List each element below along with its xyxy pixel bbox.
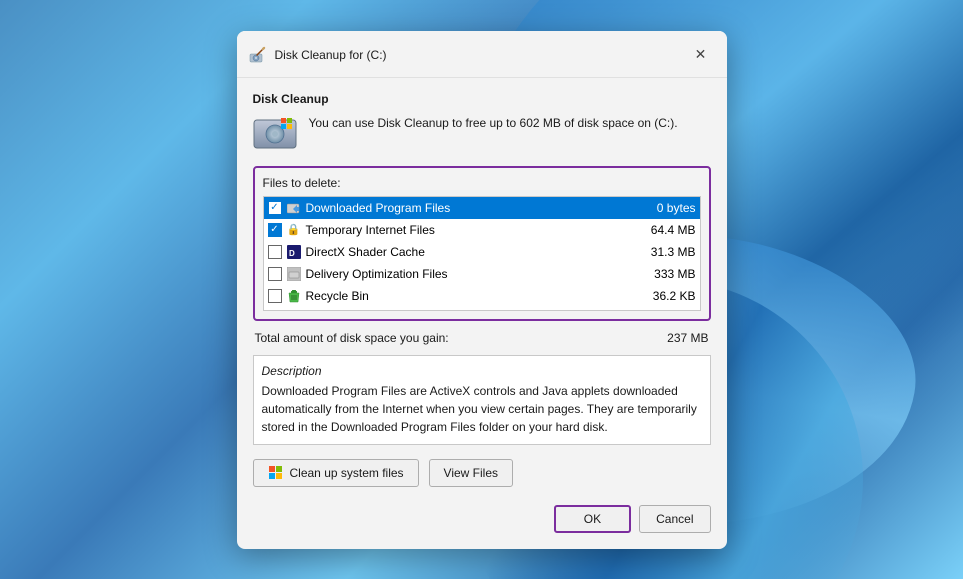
dialog-title: Disk Cleanup for (C:) (275, 48, 387, 62)
file-name-directx: DirectX Shader Cache (306, 245, 632, 259)
hdd-icon (253, 116, 297, 152)
file-name-recycle: Recycle Bin (306, 289, 632, 303)
total-label: Total amount of disk space you gain: (255, 331, 449, 345)
view-files-button[interactable]: View Files (429, 459, 513, 487)
file-checkbox-delivery[interactable] (268, 267, 282, 281)
close-button[interactable]: ✕ (687, 41, 715, 69)
description-section: Description Downloaded Program Files are… (253, 355, 711, 445)
info-text: You can use Disk Cleanup to free up to 6… (309, 114, 678, 132)
file-name-delivery: Delivery Optimization Files (306, 267, 632, 281)
file-size-temp: 64.4 MB (636, 223, 696, 237)
file-size-directx: 31.3 MB (636, 245, 696, 259)
shield-icon (269, 466, 283, 480)
section-header: Disk Cleanup (253, 92, 711, 106)
delivery-icon (286, 266, 302, 282)
ok-cancel-row: OK Cancel (253, 501, 711, 533)
lock-icon: 🔒 (287, 223, 301, 236)
files-list[interactable]: ✓ Downloaded Program Files 0 bytes ✓ 🔒 (263, 196, 701, 311)
files-label: Files to delete: (263, 176, 701, 190)
title-bar: Disk Cleanup for (C:) ✕ (237, 31, 727, 78)
downloaded-files-icon (286, 200, 302, 216)
cleanup-system-files-button[interactable]: Clean up system files (253, 459, 419, 487)
file-item-temp-internet[interactable]: ✓ 🔒 Temporary Internet Files 64.4 MB (264, 219, 700, 241)
file-checkbox-temp[interactable]: ✓ (268, 223, 282, 237)
disk-cleanup-title-icon (249, 46, 267, 64)
file-item-directx[interactable]: D DirectX Shader Cache 31.3 MB (264, 241, 700, 263)
view-files-label: View Files (444, 466, 498, 480)
file-checkbox-recycle[interactable] (268, 289, 282, 303)
title-icon (249, 46, 267, 64)
directx-icon: D (286, 244, 302, 260)
file-name-downloaded: Downloaded Program Files (306, 201, 632, 215)
file-name-temp: Temporary Internet Files (306, 223, 632, 237)
svg-text:D: D (289, 249, 295, 258)
file-size-delivery: 333 MB (636, 267, 696, 281)
hard-drive-icon (253, 116, 297, 152)
cleanup-button-label: Clean up system files (290, 466, 404, 480)
file-size-recycle: 36.2 KB (636, 289, 696, 303)
file-item-recycle[interactable]: Recycle Bin 36.2 KB (264, 285, 700, 307)
dialog-content: Disk Cleanup (237, 78, 727, 549)
description-text: Downloaded Program Files are ActiveX con… (262, 382, 702, 436)
title-bar-left: Disk Cleanup for (C:) (249, 46, 387, 64)
files-to-delete-section: Files to delete: ✓ Downloaded Program Fi… (253, 166, 711, 321)
disk-cleanup-dialog: Disk Cleanup for (C:) ✕ Disk Cleanup (237, 31, 727, 549)
dialog-overlay: Disk Cleanup for (C:) ✕ Disk Cleanup (0, 0, 963, 579)
file-item-delivery[interactable]: Delivery Optimization Files 333 MB (264, 263, 700, 285)
total-value: 237 MB (667, 331, 708, 345)
cancel-button[interactable]: Cancel (639, 505, 710, 533)
recycle-bin-icon (286, 288, 302, 304)
file-checkbox-downloaded[interactable]: ✓ (268, 201, 282, 215)
action-buttons: Clean up system files View Files (253, 459, 711, 487)
ok-button[interactable]: OK (554, 505, 631, 533)
total-row: Total amount of disk space you gain: 237… (253, 331, 711, 345)
disk-cleanup-info: You can use Disk Cleanup to free up to 6… (253, 114, 711, 152)
description-label: Description (262, 364, 702, 378)
file-size-downloaded: 0 bytes (636, 201, 696, 215)
file-checkbox-directx[interactable] (268, 245, 282, 259)
file-item-downloaded[interactable]: ✓ Downloaded Program Files 0 bytes (264, 197, 700, 219)
windows-shield-icon (268, 465, 284, 481)
temp-internet-icon: 🔒 (286, 222, 302, 238)
